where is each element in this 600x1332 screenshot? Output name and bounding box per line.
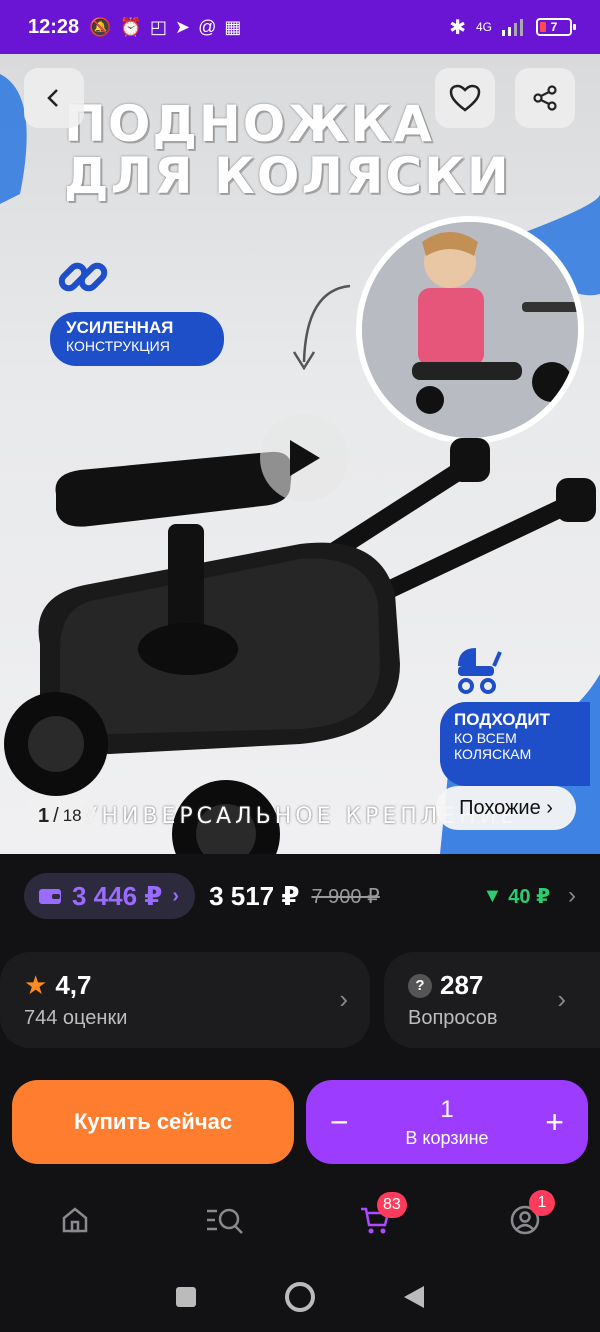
cart-badge: 83 bbox=[377, 1192, 407, 1218]
nav-cart[interactable]: 83 bbox=[345, 1190, 407, 1250]
cart-quantity-control[interactable]: − 1 В корзине + bbox=[306, 1080, 588, 1164]
old-price: 7 900 ₽ bbox=[311, 885, 380, 908]
chevron-left-icon bbox=[47, 89, 58, 107]
profile-badge: 1 bbox=[529, 1190, 555, 1216]
compatibility-badge-line2: КО ВСЕМ bbox=[454, 730, 517, 746]
reinforced-badge: УСИЛЕННАЯ КОНСТРУКЦИЯ bbox=[50, 312, 224, 366]
chevron-right-icon: › bbox=[557, 984, 566, 1014]
back-button[interactable] bbox=[24, 68, 84, 128]
curved-arrow-icon bbox=[292, 284, 351, 371]
recent-apps-icon[interactable] bbox=[174, 1285, 198, 1309]
wallet-price: 3 446 ₽ bbox=[72, 880, 163, 911]
minus-icon[interactable]: − bbox=[330, 1104, 349, 1141]
buy-now-button[interactable]: Купить сейчас bbox=[12, 1080, 294, 1164]
questions-count: 287 bbox=[440, 970, 484, 1000]
compatibility-badge-line3: КОЛЯСКАМ bbox=[454, 746, 532, 762]
questions-label: Вопросов bbox=[408, 1007, 498, 1029]
cart-label: В корзине bbox=[405, 1127, 489, 1148]
stroller-icon bbox=[458, 648, 502, 694]
chevron-right-icon: › bbox=[172, 884, 180, 907]
reinforced-badge-line2: КОНСТРУКЦИЯ bbox=[66, 338, 170, 354]
app-icon: ▦ bbox=[224, 16, 242, 37]
heart-icon bbox=[449, 84, 481, 112]
plus-icon[interactable]: + bbox=[545, 1104, 564, 1141]
alarm-icon: ⏰ bbox=[119, 16, 142, 37]
mute-icon: 🔕 bbox=[89, 16, 112, 37]
signal-icon bbox=[502, 19, 523, 36]
current-price: 3 517 ₽ bbox=[209, 880, 300, 911]
gallery-counter-current: 1 bbox=[38, 804, 50, 827]
child-on-board-photo bbox=[356, 216, 584, 444]
gallery-counter-total: 18 bbox=[62, 806, 82, 825]
nav-catalog[interactable] bbox=[195, 1190, 255, 1250]
home-circle-icon[interactable] bbox=[284, 1281, 316, 1313]
question-icon: ? bbox=[408, 973, 432, 998]
rating-count: 744 оценки bbox=[24, 1007, 128, 1029]
nav-profile[interactable]: 1 bbox=[495, 1190, 555, 1250]
catalog-search-icon bbox=[207, 1208, 243, 1234]
network-label: 4G bbox=[475, 20, 492, 34]
status-bar: 12:28 🔕 ⏰ ◰ ➤ @ ▦ ✱ 4G 7 bbox=[0, 0, 600, 54]
play-video-button[interactable] bbox=[260, 414, 348, 502]
rating-value: 4,7 bbox=[55, 970, 92, 1000]
chain-link-icon bbox=[58, 262, 108, 292]
share-icon bbox=[533, 85, 557, 111]
compatibility-badge: ПОДХОДИТ КО ВСЕМ КОЛЯСКАМ bbox=[440, 702, 590, 786]
chevron-right-icon[interactable]: › bbox=[568, 882, 576, 910]
home-icon bbox=[62, 1207, 88, 1233]
play-icon bbox=[290, 440, 320, 476]
nav-home[interactable] bbox=[45, 1190, 105, 1250]
nfc-icon: ◰ bbox=[150, 16, 168, 37]
cashback[interactable]: ▼ 40 ₽ bbox=[482, 884, 550, 909]
cashback-amount: 40 ₽ bbox=[508, 885, 550, 908]
gallery-title-line2: ДЛЯ КОЛЯСКИ bbox=[64, 147, 511, 205]
status-notification-icons: 🔕 ⏰ ◰ ➤ @ ▦ bbox=[89, 17, 241, 38]
product-gallery[interactable]: ПОДНОЖКА ДЛЯ КОЛЯСКИ УСИЛЕННАЯ КОНСТРУКЦ… bbox=[0, 54, 600, 854]
compatibility-badge-line1: ПОДХОДИТ bbox=[454, 710, 550, 729]
battery-icon: 7 bbox=[536, 18, 576, 36]
wallet-icon bbox=[39, 889, 61, 904]
share-button[interactable] bbox=[515, 68, 575, 128]
bluetooth-icon: ✱ bbox=[449, 16, 466, 39]
cart-quantity: 1 bbox=[440, 1095, 454, 1123]
wallet-price-pill[interactable]: 3 446 ₽ › bbox=[24, 873, 196, 919]
system-navigation-bar bbox=[0, 1262, 600, 1332]
bottom-navigation: 83 1 bbox=[0, 1180, 600, 1260]
star-icon: ★ bbox=[24, 970, 48, 1000]
reinforced-badge-line1: УСИЛЕННАЯ bbox=[66, 318, 174, 337]
chevron-right-icon: › bbox=[339, 984, 348, 1014]
status-time: 12:28 bbox=[28, 15, 80, 38]
price-panel[interactable]: 3 446 ₽ › 3 517 ₽ 7 900 ₽ ▼ 40 ₽ › bbox=[0, 854, 600, 938]
similar-products-button[interactable]: Похожие › bbox=[436, 786, 576, 830]
favorite-button[interactable] bbox=[435, 68, 495, 128]
at-icon: @ bbox=[198, 16, 217, 37]
back-triangle-icon[interactable] bbox=[402, 1284, 426, 1310]
questions-card[interactable]: ? 287 Вопросов › bbox=[384, 952, 600, 1048]
down-triangle-icon: ▼ bbox=[482, 884, 503, 907]
telegram-icon: ➤ bbox=[175, 16, 191, 37]
gallery-counter: 1/ 18 bbox=[24, 798, 96, 834]
rating-card[interactable]: ★ 4,7 744 оценки › bbox=[0, 952, 370, 1048]
